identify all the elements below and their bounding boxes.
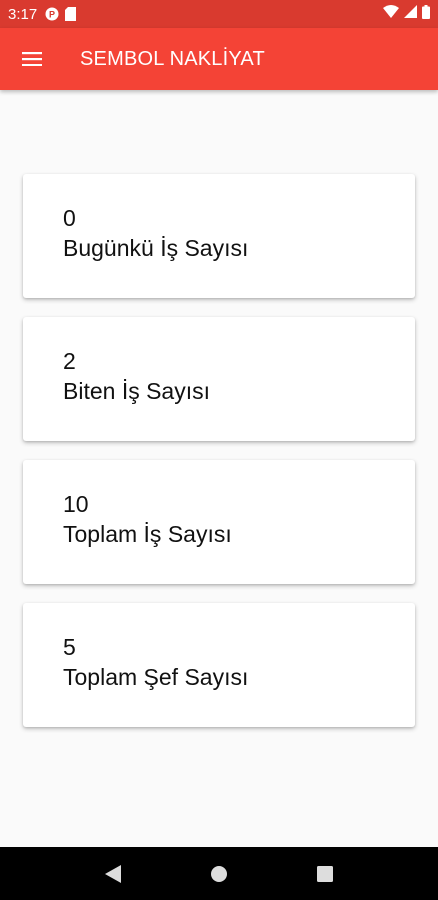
- stat-label: Toplam İş Sayısı: [63, 521, 232, 547]
- dashboard-content: 0 Bugünkü İş Sayısı 2 Biten İş Sayısı 10…: [0, 90, 438, 847]
- system-navigation-bar: [0, 847, 438, 900]
- app-bar: SEMBOL NAKLİYAT: [0, 28, 438, 90]
- stat-card-todays-jobs[interactable]: 0 Bugünkü İş Sayısı: [23, 174, 415, 298]
- recents-icon: [317, 865, 333, 882]
- notification-p-icon: P: [45, 7, 59, 21]
- stat-label: Toplam Şef Sayısı: [63, 664, 249, 690]
- wifi-icon: [383, 5, 399, 23]
- status-bar: 3:17 P: [0, 0, 438, 28]
- stat-value: 0: [63, 205, 76, 231]
- app-title: SEMBOL NAKLİYAT: [80, 47, 265, 70]
- stat-card-finished-jobs[interactable]: 2 Biten İş Sayısı: [23, 317, 415, 441]
- stat-value: 5: [63, 634, 76, 660]
- signal-icon: [404, 5, 417, 23]
- stat-card-total-chiefs[interactable]: 5 Toplam Şef Sayısı: [23, 603, 415, 727]
- stat-value: 10: [63, 491, 89, 517]
- home-button[interactable]: [199, 854, 239, 894]
- back-button[interactable]: [93, 854, 133, 894]
- home-icon: [211, 865, 227, 882]
- status-time: 3:17: [8, 5, 38, 23]
- hamburger-menu-icon: [22, 52, 42, 66]
- svg-text:P: P: [49, 10, 55, 20]
- recents-button[interactable]: [305, 854, 345, 894]
- battery-icon: [422, 4, 430, 24]
- sd-card-icon: [65, 7, 77, 21]
- stat-label: Biten İş Sayısı: [63, 378, 211, 404]
- stat-value: 2: [63, 348, 76, 374]
- stat-card-total-jobs[interactable]: 10 Toplam İş Sayısı: [23, 460, 415, 584]
- back-icon: [105, 864, 121, 883]
- stat-label: Bugünkü İş Sayısı: [63, 235, 249, 261]
- menu-button[interactable]: [0, 28, 64, 90]
